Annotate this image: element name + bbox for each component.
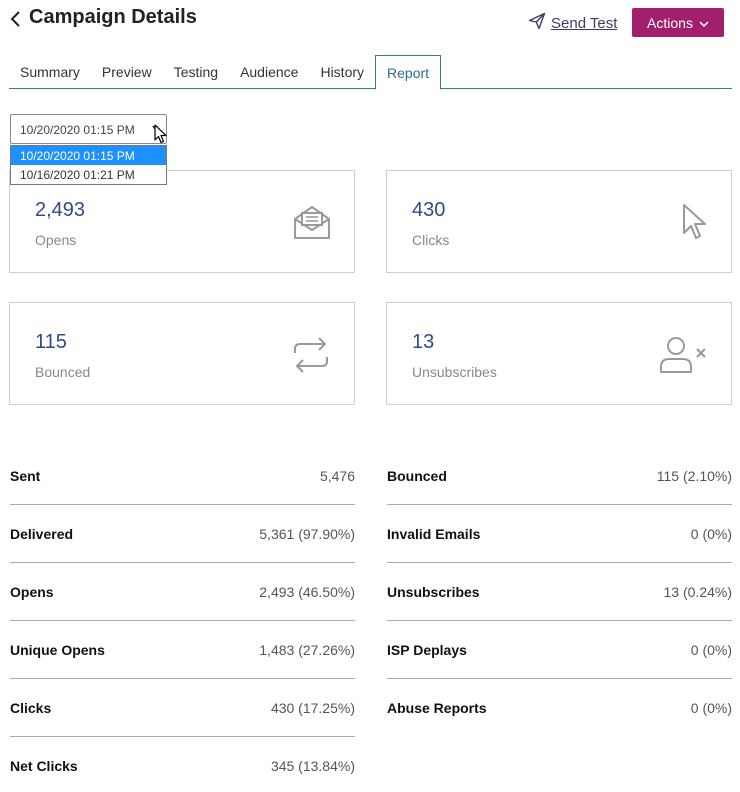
mouse-pointer-icon (154, 124, 168, 149)
metric-row: Unsubscribes 13 (0.24%) (387, 563, 732, 621)
metric-label: Bounced (387, 467, 447, 484)
stat-value: 115 (35, 331, 67, 353)
back-chevron-icon[interactable] (8, 9, 24, 29)
tab-bar: Summary Preview Testing Audience History… (9, 55, 732, 90)
metrics-table-right: Bounced 115 (2.10%) Invalid Emails 0 (0%… (387, 447, 732, 737)
metric-value: 115 (2.10%) (656, 467, 732, 484)
user-remove-icon (659, 335, 709, 380)
actions-button[interactable]: Actions (632, 8, 724, 37)
tab-history[interactable]: History (309, 55, 375, 89)
metrics-table-left: Sent 5,476 Delivered 5,361 (97.90%) Open… (10, 447, 355, 792)
report-date-value: 10/20/2020 01:15 PM (20, 123, 135, 137)
metric-row: Delivered 5,361 (97.90%) (10, 505, 355, 563)
stat-card-opens: 2,493 Opens (9, 170, 355, 273)
metric-value: 5,361 (97.90%) (259, 525, 355, 542)
metric-row: Invalid Emails 0 (0%) (387, 505, 732, 563)
stat-value: 430 (412, 199, 446, 221)
stat-card-unsubscribes: 13 Unsubscribes (386, 302, 732, 405)
metric-row: Net Clicks 345 (13.84%) (10, 737, 355, 792)
stat-value: 2,493 (35, 199, 86, 221)
metric-value: 13 (0.24%) (663, 583, 732, 600)
stat-label: Clicks (412, 232, 450, 248)
stat-label: Bounced (35, 364, 91, 380)
tab-audience[interactable]: Audience (229, 55, 309, 89)
report-date-select[interactable]: 10/20/2020 01:15 PM (10, 114, 167, 144)
chevron-down-icon (699, 15, 709, 31)
metric-label: Unsubscribes (387, 583, 480, 600)
metric-label: Invalid Emails (387, 525, 481, 542)
metric-value: 0 (0%) (690, 700, 732, 716)
metric-row: Clicks 430 (17.25%) (10, 679, 355, 737)
metric-row: Opens 2,493 (46.50%) (10, 563, 355, 621)
send-test-label: Send Test (551, 15, 618, 32)
metric-row: Unique Opens 1,483 (27.26%) (10, 621, 355, 679)
stat-card-clicks: 430 Clicks (386, 170, 732, 273)
metric-label: Delivered (10, 525, 74, 542)
metric-label: Abuse Reports (387, 700, 487, 716)
page-title: Campaign Details (29, 6, 197, 28)
metric-label: Unique Opens (10, 641, 105, 658)
tab-report[interactable]: Report (375, 55, 442, 90)
metric-label: ISP Deplays (387, 641, 467, 658)
metric-label: Clicks (10, 699, 52, 716)
cursor-pointer-icon (682, 203, 708, 246)
metric-value: 430 (17.25%) (270, 699, 355, 716)
metric-row: Bounced 115 (2.10%) (387, 447, 732, 505)
metric-row: ISP Deplays 0 (0%) (387, 621, 732, 679)
stat-card-bounced: 115 Bounced (9, 302, 355, 405)
metric-value: 345 (13.84%) (270, 758, 355, 774)
tab-testing[interactable]: Testing (163, 55, 229, 89)
metric-row: Abuse Reports 0 (0%) (387, 679, 732, 737)
metric-row: Sent 5,476 (10, 447, 355, 505)
actions-label: Actions (647, 14, 693, 31)
metric-value: 1,483 (27.26%) (259, 641, 355, 658)
metric-value: 2,493 (46.50%) (259, 583, 355, 600)
send-test-link[interactable]: Send Test (528, 12, 617, 35)
tab-summary[interactable]: Summary (9, 55, 91, 89)
metric-value: 0 (0%) (690, 525, 732, 542)
date-option[interactable]: 10/16/2020 01:21 PM (11, 165, 166, 184)
report-date-dropdown: 10/20/2020 01:15 PM 10/16/2020 01:21 PM (10, 145, 167, 185)
stat-label: Unsubscribes (412, 364, 497, 380)
tab-preview[interactable]: Preview (91, 55, 163, 89)
stat-value: 13 (412, 331, 435, 353)
metric-label: Opens (10, 583, 54, 600)
date-option[interactable]: 10/20/2020 01:15 PM (11, 146, 166, 165)
envelope-open-icon (292, 205, 332, 246)
metric-label: Sent (10, 467, 41, 484)
metric-value: 0 (0%) (690, 641, 732, 658)
paper-plane-icon (528, 12, 546, 35)
bounce-arrows-icon (291, 337, 331, 378)
metric-label: Net Clicks (10, 758, 78, 774)
stat-label: Opens (35, 232, 77, 248)
metric-value: 5,476 (319, 467, 355, 484)
